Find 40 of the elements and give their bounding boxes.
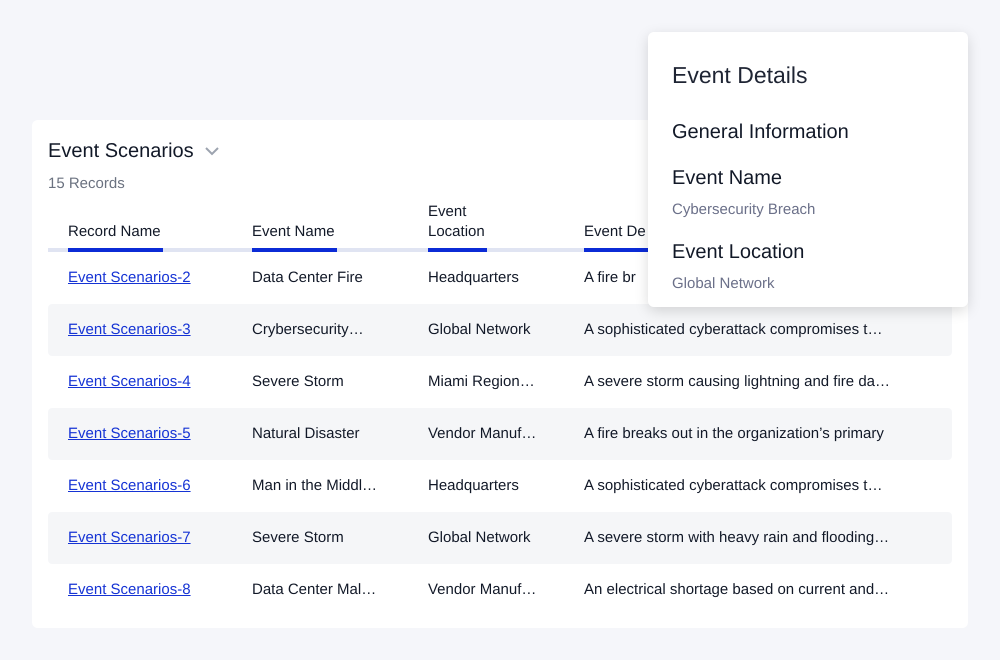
field-label: Event Location [672,240,806,265]
column-header[interactable]: Event Location [428,200,487,252]
record-link[interactable]: Event Scenarios-2 [68,269,191,286]
table-cell: Global Network [428,321,531,338]
table-cell: Data Center Fire [252,269,363,286]
section-heading: General Information [672,120,850,144]
list-title: Event Scenarios [48,139,194,164]
table-cell: Crybersecurity… [252,321,364,338]
table-cell: Global Network [428,529,531,546]
table-cell: Man in the Middl… [252,477,378,494]
column-header[interactable]: Record Name [68,200,163,252]
popover-title: Event Details [672,61,809,90]
table-cell: An electrical shortage based on current and… [584,581,890,598]
record-count: 15 Records [48,175,125,192]
record-link[interactable]: Event Scenarios-8 [68,581,191,598]
chevron-down-icon[interactable] [204,146,220,156]
table-cell: Natural Disaster [252,425,360,442]
field-value: Global Network [672,274,776,294]
record-link[interactable]: Event Scenarios-6 [68,477,191,494]
table-cell: A severe storm causing lightning and fire da… [584,373,890,390]
record-link[interactable]: Event Scenarios-4 [68,373,191,390]
table-cell: Miami Region… [428,373,535,390]
table-cell: Data Center Mal… [252,581,376,598]
table-cell: A fire breaks out in the organization’s primary [584,425,884,442]
table-cell: Vendor Manuf… [428,581,536,598]
field-label: Event Name [672,166,784,190]
table-cell: A sophisticated cyberattack compromises t… [584,321,882,338]
column-header[interactable]: Event Name [252,200,337,252]
record-link[interactable]: Event Scenarios-3 [68,321,191,338]
table-cell: Headquarters [428,477,519,494]
record-link[interactable]: Event Scenarios-5 [68,425,191,442]
table-cell: Vendor Manuf… [428,425,536,442]
field-value: Cybersecurity Breach [672,200,816,220]
table-cell: Severe Storm [252,373,344,390]
table-cell: A fire br [584,269,636,286]
table-cell: A severe storm with heavy rain and flooding… [584,529,890,546]
table-cell: A sophisticated cyberattack compromises t… [584,477,882,494]
record-link[interactable]: Event Scenarios-7 [68,529,191,546]
table-cell: Headquarters [428,269,519,286]
table-cell: Severe Storm [252,529,344,546]
